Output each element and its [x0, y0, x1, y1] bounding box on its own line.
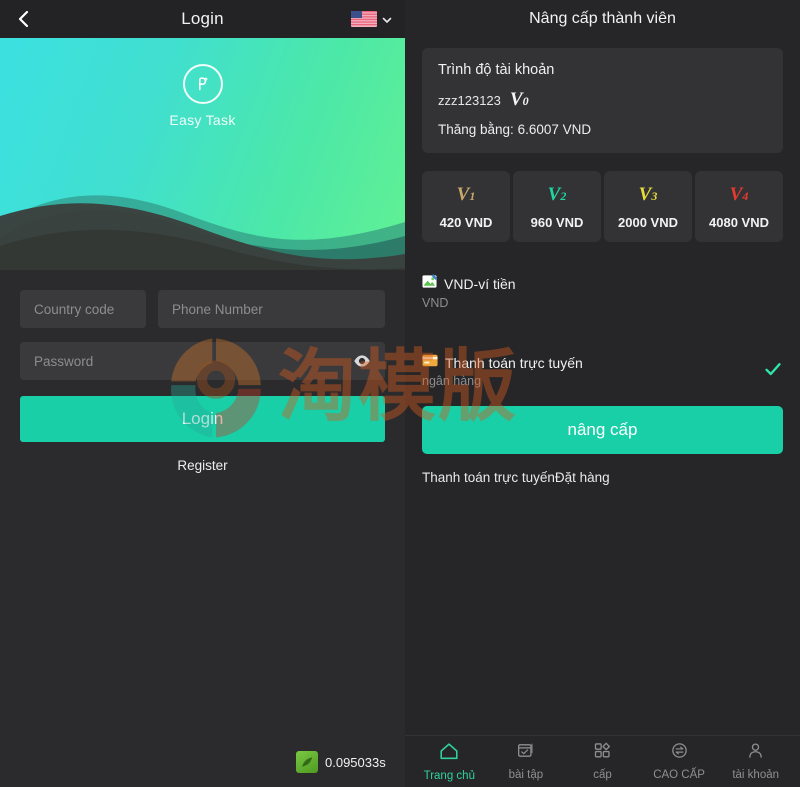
vip-tier-list: V1 420 VND V2 960 VND V3 2000 VND V4 408… — [422, 171, 783, 242]
password-row — [20, 342, 385, 380]
chevron-left-icon[interactable] — [14, 9, 34, 29]
exchange-circle-icon — [669, 740, 690, 766]
bottom-navigation: Trang chủ bài tập cấp CAO CẤP tài khoản — [405, 735, 800, 787]
upgrade-body: Trình độ tài khoản zzz123123 V0 Thăng bằ… — [405, 38, 800, 735]
account-balance-row: Thăng bằng: 6.6007 VND — [438, 122, 767, 137]
us-flag-icon — [351, 11, 377, 27]
upgrade-header: Nâng cấp thành viên — [405, 0, 800, 38]
vip-tier-3-price: 2000 VND — [618, 215, 678, 230]
phone-number-input[interactable] — [158, 290, 385, 328]
apps-grid-icon — [592, 740, 613, 766]
brand-name: Easy Task — [169, 112, 236, 128]
vip-tier-3[interactable]: V3 2000 VND — [604, 171, 692, 242]
payment-wallet-info: VND-ví tiền VND — [422, 274, 783, 310]
account-level-badge: V0 — [509, 89, 529, 110]
page-speed-value: 0.095033s — [325, 754, 386, 770]
nav-item-account[interactable]: tài khoản — [719, 740, 793, 781]
payment-online-info: Thanh toán trực tuyến ngân hàng — [422, 354, 754, 388]
account-username: zzz123123 — [438, 93, 501, 108]
upgrade-title: Nâng cấp thành viên — [529, 10, 676, 27]
login-panel: Login Easy Task Country code Phone Numbe… — [0, 0, 405, 787]
credit-card-icon — [422, 354, 438, 372]
page-title: Login — [181, 9, 224, 28]
vip-tier-2[interactable]: V2 960 VND — [513, 171, 601, 242]
payment-wallet-sub: VND — [422, 296, 449, 310]
language-selector[interactable] — [351, 11, 393, 27]
country-code-input[interactable] — [20, 290, 146, 328]
payment-online-name: Thanh toán trực tuyến — [445, 355, 583, 371]
login-button[interactable]: Login — [20, 396, 385, 442]
nav-item-home-label: Trang chủ — [423, 769, 475, 782]
nav-item-tasks-label: bài tập — [508, 769, 544, 781]
nav-item-premium-label: CAO CẤP — [653, 769, 705, 781]
payment-wallet-title-row: VND-ví tiền — [422, 274, 783, 294]
vip-tier-2-price: 960 VND — [530, 215, 584, 230]
login-form: Login Register — [0, 270, 405, 473]
account-identity-row: zzz123123 V0 — [438, 89, 767, 111]
brand-block: Easy Task — [0, 64, 405, 128]
vip-tier-1[interactable]: V1 420 VND — [422, 171, 510, 242]
nav-item-account-label: tài khoản — [732, 769, 780, 781]
person-icon — [745, 740, 766, 766]
vip-tier-4-badge: V4 — [729, 184, 749, 205]
account-level-title: Trình độ tài khoản — [438, 62, 555, 78]
vip-tier-4[interactable]: V4 4080 VND — [695, 171, 783, 242]
payment-method-wallet[interactable]: VND-ví tiền VND — [422, 270, 783, 312]
broken-image-icon — [422, 274, 438, 294]
leaf-speed-icon — [296, 751, 318, 773]
nav-item-premium[interactable]: CAO CẤP — [642, 740, 716, 781]
upgrade-panel: Nâng cấp thành viên Trình độ tài khoản z… — [405, 0, 800, 787]
easy-task-logo-icon — [182, 64, 223, 104]
eye-icon[interactable] — [351, 350, 373, 372]
register-link[interactable]: Register — [20, 458, 385, 473]
check-icon — [763, 359, 783, 383]
nav-item-level[interactable]: cấp — [565, 740, 639, 781]
payment-spacer — [422, 312, 783, 350]
vip-tier-1-price: 420 VND — [439, 215, 493, 230]
balance-value: 6.6007 VND — [517, 122, 592, 137]
task-window-icon — [515, 740, 536, 766]
payment-online-title-row: Thanh toán trực tuyến — [422, 354, 754, 372]
vip-tier-3-badge: V3 — [638, 184, 658, 205]
payment-method-online[interactable]: Thanh toán trực tuyến ngân hàng — [422, 350, 783, 390]
nav-item-home[interactable]: Trang chủ — [412, 740, 486, 782]
page-speed-badge: 0.095033s — [296, 751, 386, 773]
upgrade-submit-button[interactable]: nâng cấp — [422, 406, 783, 454]
hero-banner: Easy Task — [0, 38, 405, 270]
password-input[interactable] — [20, 342, 385, 380]
nav-item-tasks[interactable]: bài tập — [489, 740, 563, 781]
app-screen: Login Easy Task Country code Phone Numbe… — [0, 0, 800, 787]
order-note: Thanh toán trực tuyếnĐặt hàng — [422, 470, 610, 485]
vip-tier-2-badge: V2 — [547, 184, 567, 205]
hero-wave-illustration — [0, 195, 405, 270]
vip-tier-4-price: 4080 VND — [709, 215, 769, 230]
chevron-down-icon — [381, 13, 393, 25]
payment-method-list: VND-ví tiền VND Thanh toán trực tuyến ng… — [422, 270, 783, 390]
nav-item-level-label: cấp — [593, 769, 612, 781]
payment-wallet-name: VND-ví tiền — [444, 276, 516, 292]
home-icon — [438, 740, 460, 767]
balance-label: Thăng bằng: — [438, 122, 514, 137]
vip-tier-1-badge: V1 — [456, 184, 476, 205]
account-level-card: Trình độ tài khoản zzz123123 V0 Thăng bằ… — [422, 48, 783, 153]
phone-row — [20, 290, 385, 328]
login-header: Login — [0, 0, 405, 38]
payment-online-sub: ngân hàng — [422, 374, 482, 388]
